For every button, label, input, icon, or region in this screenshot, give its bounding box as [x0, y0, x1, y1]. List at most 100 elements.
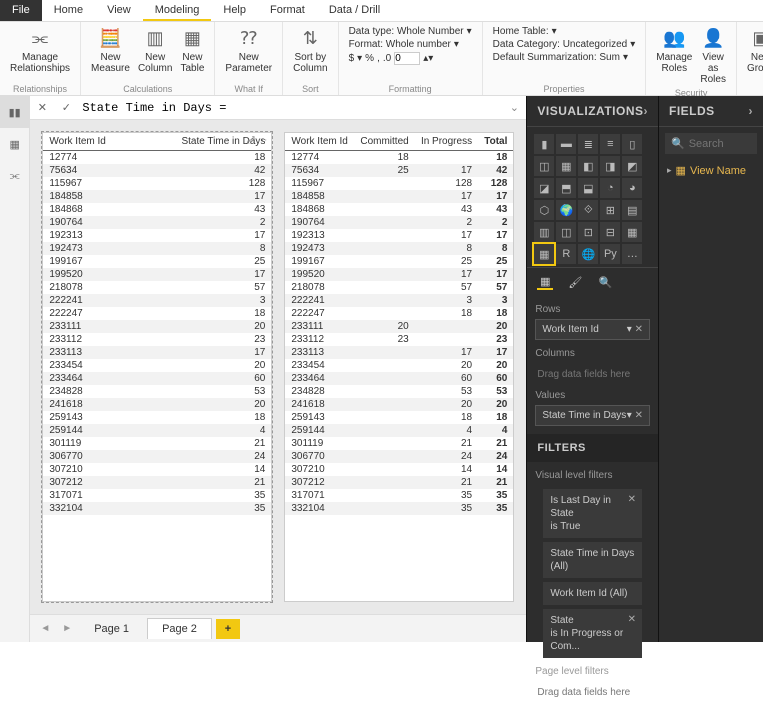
filter-work-item-id[interactable]: Work Item Id (All): [543, 582, 642, 605]
analytics-tab-button[interactable]: 🔍: [597, 274, 613, 290]
table-row[interactable]: 19076422: [285, 216, 513, 229]
table-row[interactable]: 22224718: [43, 307, 271, 320]
formula-expand-button[interactable]: ⌄: [506, 101, 522, 114]
sort-by-column-button[interactable]: ⇅Sort by Column: [289, 24, 331, 83]
table-row[interactable]: 19952017: [43, 268, 271, 281]
table-row[interactable]: 30111921: [43, 437, 271, 450]
viz-type-8[interactable]: ◨: [600, 156, 620, 176]
remove-filter-button[interactable]: ✕: [628, 613, 636, 626]
table-row[interactable]: 2591431818: [285, 411, 513, 424]
viz-type-22[interactable]: ⊡: [578, 222, 598, 242]
table-row[interactable]: 3072122121: [285, 476, 513, 489]
table-row[interactable]: 30677024: [43, 450, 271, 463]
spinner-icon[interactable]: ▴▾: [423, 53, 433, 64]
data-category-label[interactable]: Data Category: Uncategorized: [493, 39, 628, 50]
table-row[interactable]: 3170713535: [285, 489, 513, 502]
table-row[interactable]: 1923131717: [285, 229, 513, 242]
table-row[interactable]: 23311223: [43, 333, 271, 346]
comma-button[interactable]: ,: [377, 53, 380, 64]
filter-state[interactable]: Stateis In Progress or Com...✕: [543, 609, 642, 658]
table-row[interactable]: 115967128128: [285, 177, 513, 190]
viz-type-7[interactable]: ◧: [578, 156, 598, 176]
table-row[interactable]: 23311317: [43, 346, 271, 359]
viz-type-1[interactable]: ▬: [556, 134, 576, 154]
table-row[interactable]: 1991672525: [285, 255, 513, 268]
viz-type-15[interactable]: ⬡: [534, 200, 554, 220]
more-options-icon[interactable]: ⋯: [257, 135, 267, 146]
table-row[interactable]: 19916725: [43, 255, 271, 268]
viz-type-3[interactable]: ≡: [600, 134, 620, 154]
viz-type-6[interactable]: ▦: [556, 156, 576, 176]
table-row[interactable]: 1924738: [43, 242, 271, 255]
table-row[interactable]: 23346460: [43, 372, 271, 385]
table-row[interactable]: 18486843: [43, 203, 271, 216]
table-row[interactable]: 21807857: [43, 281, 271, 294]
remove-row-field-button[interactable]: ✕: [635, 324, 643, 335]
page-tab-1[interactable]: Page 1: [80, 619, 143, 639]
table-row[interactable]: 3321043535: [285, 502, 513, 515]
columns-drop-zone[interactable]: Drag data fields here: [535, 363, 650, 386]
table-row[interactable]: 24161820: [43, 398, 271, 411]
table-row[interactable]: 19247388: [285, 242, 513, 255]
data-view-button[interactable]: ▦: [0, 128, 29, 160]
table-row[interactable]: 2348285353: [285, 385, 513, 398]
table-row[interactable]: 30721221: [43, 476, 271, 489]
table-row[interactable]: 1848581717: [285, 190, 513, 203]
viz-type-27[interactable]: 🌐: [578, 244, 598, 264]
next-page-button[interactable]: ►: [58, 623, 76, 634]
fields-search-input[interactable]: [689, 138, 763, 150]
data-type-label[interactable]: Data type: Whole Number: [349, 26, 464, 37]
commit-formula-button[interactable]: ✓: [58, 101, 74, 114]
fields-tab-button[interactable]: ▦: [537, 274, 553, 290]
viz-type-23[interactable]: ⊟: [600, 222, 620, 242]
viz-type-16[interactable]: 🌍: [556, 200, 576, 220]
chevron-down-icon[interactable]: ▾: [552, 26, 557, 37]
table-row[interactable]: 127741818: [285, 151, 513, 165]
table-row[interactable]: 1995201717: [285, 268, 513, 281]
fields-search[interactable]: 🔍: [665, 133, 757, 154]
table-row[interactable]: 2334646060: [285, 372, 513, 385]
summarization-label[interactable]: Default Summarization: Sum: [493, 52, 620, 63]
percent-button[interactable]: %: [365, 53, 374, 64]
table-row[interactable]: 2222413: [43, 294, 271, 307]
tab-home[interactable]: Home: [42, 0, 95, 21]
table-row[interactable]: 22224133: [285, 294, 513, 307]
rows-field-well[interactable]: Work Item Id▾ ✕: [535, 319, 650, 340]
new-group-button[interactable]: ▣New Group: [743, 24, 763, 83]
viz-type-4[interactable]: ▯: [622, 134, 642, 154]
field-table-view-name[interactable]: ▸ ▦ View Name: [659, 160, 763, 181]
collapse-viz-panel-button[interactable]: ›: [644, 104, 649, 118]
viz-type-12[interactable]: ⬓: [578, 178, 598, 198]
viz-type-29[interactable]: …: [622, 244, 642, 264]
view-as-roles-button[interactable]: 👤View as Roles: [696, 24, 730, 87]
collapse-fields-panel-button[interactable]: ›: [749, 104, 754, 118]
tab-file[interactable]: File: [0, 0, 42, 21]
page-filter-drop-zone[interactable]: Drag data fields here: [535, 681, 650, 704]
format-label[interactable]: Format: Whole number: [349, 39, 451, 50]
viz-type-26[interactable]: R: [556, 244, 576, 264]
new-table-button[interactable]: ▦New Table: [176, 24, 208, 83]
table-visual-1[interactable]: ⤢ ⋯ Work Item IdState Time in Days127741…: [42, 132, 272, 602]
viz-type-13[interactable]: ◔: [600, 178, 620, 198]
new-column-button[interactable]: ▥New Column: [134, 24, 176, 83]
add-page-button[interactable]: +: [216, 619, 240, 639]
chevron-down-icon[interactable]: ▾: [623, 52, 628, 63]
table-row[interactable]: 1907642: [43, 216, 271, 229]
viz-type-28[interactable]: Py: [600, 244, 620, 264]
viz-type-17[interactable]: ⟐: [578, 200, 598, 220]
table-row[interactable]: 33210435: [43, 502, 271, 515]
tab-data-drill[interactable]: Data / Drill: [317, 0, 392, 21]
table-row[interactable]: 2334542020: [285, 359, 513, 372]
table-row[interactable]: 3072101414: [285, 463, 513, 476]
table-row[interactable]: 30721014: [43, 463, 271, 476]
tab-help[interactable]: Help: [211, 0, 258, 21]
table-row[interactable]: 18485817: [43, 190, 271, 203]
manage-relationships-button[interactable]: ⫘Manage Relationships: [6, 24, 74, 83]
table-row[interactable]: 23311120: [43, 320, 271, 333]
new-measure-button[interactable]: 🧮New Measure: [87, 24, 134, 83]
tab-format[interactable]: Format: [258, 0, 317, 21]
table-row[interactable]: 2331112020: [285, 320, 513, 333]
chevron-down-icon[interactable]: ▾: [454, 39, 459, 50]
chevron-down-icon[interactable]: ▾: [467, 26, 472, 37]
matrix-visual-2[interactable]: Work Item IdCommittedIn ProgressTotal127…: [284, 132, 514, 602]
